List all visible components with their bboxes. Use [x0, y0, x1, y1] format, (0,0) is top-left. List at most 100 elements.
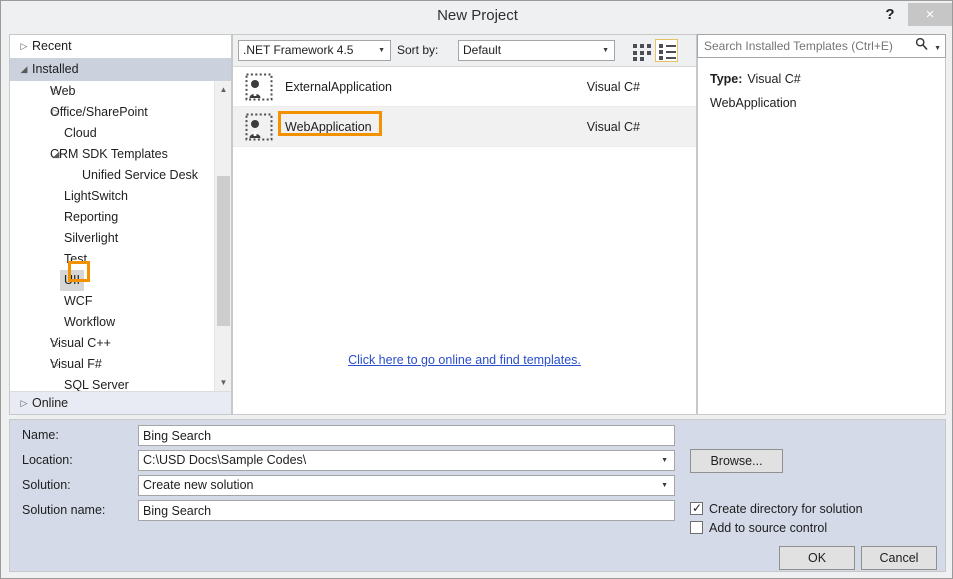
sidebar-group-installed[interactable]: Installed: [10, 58, 231, 81]
template-categories-tree: Recent Installed Web Office/SharePoint Clo…: [9, 34, 232, 415]
scroll-down-arrow-icon[interactable]: ▼: [215, 374, 232, 391]
sidebar-item-label: Silverlight: [64, 231, 119, 245]
sidebar-item-unified-service-desk[interactable]: Unified Service Desk: [10, 165, 231, 186]
grid-square-icon: [633, 57, 637, 61]
list-bullet-icon: [659, 50, 663, 54]
chevron-down-icon[interactable]: ▼: [934, 45, 941, 52]
template-description: WebApplication: [710, 96, 797, 110]
medium-icons-view-button[interactable]: [629, 39, 652, 62]
sidebar-item-test[interactable]: Test: [10, 249, 231, 270]
template-language: Visual C#: [586, 120, 640, 134]
template-type-value: Visual C#: [747, 72, 801, 86]
scrollbar-thumb[interactable]: [217, 176, 230, 326]
sidebar-item-label: Office/SharePoint: [50, 105, 148, 119]
sort-by-dropdown[interactable]: Default ▼: [458, 40, 615, 61]
sidebar-item-web[interactable]: Web: [10, 81, 231, 102]
template-list-item[interactable]: ExternalApplication Visual C#: [233, 67, 696, 107]
ok-button[interactable]: OK: [779, 546, 855, 570]
page-title: New Project: [437, 7, 518, 24]
close-button[interactable]: ×: [908, 3, 952, 26]
template-list-item[interactable]: WebApplication Visual C#: [233, 107, 696, 147]
sidebar-item-label: CRM SDK Templates: [50, 147, 168, 161]
list-line-icon: [666, 51, 676, 53]
online-templates-link[interactable]: Click here to go online and find templat…: [348, 353, 581, 367]
grid-square-icon: [640, 44, 644, 48]
grid-square-icon: [647, 51, 651, 55]
chevron-right-icon[interactable]: [50, 333, 62, 354]
chevron-right-icon[interactable]: [18, 392, 30, 415]
cancel-button[interactable]: Cancel: [861, 546, 937, 570]
sidebar-item-workflow[interactable]: Workflow: [10, 312, 231, 333]
sidebar-item-lightswitch[interactable]: LightSwitch: [10, 186, 231, 207]
search-box[interactable]: ▼: [697, 34, 946, 58]
framework-version-value: .NET Framework 4.5: [243, 43, 354, 57]
create-directory-checkbox[interactable]: [690, 499, 703, 517]
sidebar-item-silverlight[interactable]: Silverlight: [10, 228, 231, 249]
add-source-control-checkbox[interactable]: [690, 521, 703, 534]
template-info-panel: ▼ Type: Visual C# WebApplication: [697, 34, 946, 415]
sidebar-item-visual-f[interactable]: Visual F#: [10, 354, 231, 375]
search-icon[interactable]: ▼: [915, 35, 941, 57]
sidebar-group-recent[interactable]: Recent: [10, 35, 231, 58]
sidebar-group-online[interactable]: Online: [10, 391, 231, 414]
grid-square-icon: [633, 51, 637, 55]
sidebar-item-wcf[interactable]: WCF: [10, 291, 231, 312]
sidebar-item-office-sharepoint[interactable]: Office/SharePoint: [10, 102, 231, 123]
name-label: Name:: [22, 428, 59, 442]
chevron-down-icon[interactable]: [18, 58, 30, 81]
sidebar-item-visual-c[interactable]: Visual C++: [10, 333, 231, 354]
sidebar-item-label: Test: [64, 252, 87, 266]
browse-button[interactable]: Browse...: [690, 449, 783, 473]
chevron-right-icon[interactable]: [18, 35, 30, 58]
template-info-body: Type: Visual C# WebApplication: [697, 58, 946, 415]
template-name: WebApplication: [285, 120, 372, 134]
solution-label: Solution:: [22, 478, 71, 492]
tree-scroll-area: Web Office/SharePoint Cloud CRM SDK Templat…: [10, 81, 231, 391]
framework-version-dropdown[interactable]: .NET Framework 4.5 ▼: [238, 40, 391, 61]
help-button[interactable]: ?: [874, 1, 906, 28]
sidebar-item-label: Workflow: [64, 315, 116, 329]
sort-by-value: Default: [463, 43, 502, 57]
magnifier-glyph: [915, 37, 928, 51]
sidebar-item-crm-sdk-templates[interactable]: CRM SDK Templates: [10, 144, 231, 165]
project-settings-form: Name: Location: C:\USD Docs\Sample Codes…: [9, 419, 946, 572]
sidebar-item-label: WCF: [64, 294, 93, 308]
template-type-row: Type: Visual C#: [710, 72, 801, 86]
template-list: ExternalApplication Visual C# WebApplicati…: [233, 67, 696, 381]
template-type-label: Type:: [710, 72, 743, 86]
create-directory-checkbox-row[interactable]: Create directory for solution: [690, 499, 863, 518]
new-project-dialog: New Project ? × Recent Installed Web Offi…: [0, 0, 953, 579]
solution-name-input[interactable]: [138, 500, 675, 521]
list-bullet-icon: [659, 44, 663, 48]
template-name: ExternalApplication: [285, 80, 393, 94]
chevron-down-icon: ▼: [378, 47, 385, 54]
sidebar-item-reporting[interactable]: Reporting: [10, 207, 231, 228]
chevron-right-icon[interactable]: [50, 354, 62, 375]
sidebar-group-installed-label: Installed: [32, 62, 79, 76]
location-dropdown[interactable]: C:\USD Docs\Sample Codes\ ▼: [138, 450, 675, 471]
chevron-right-icon[interactable]: [50, 102, 62, 123]
chevron-right-icon[interactable]: [50, 81, 62, 102]
title-bar: New Project ? ×: [1, 1, 952, 30]
list-view-button[interactable]: [655, 39, 678, 62]
templates-toolbar: .NET Framework 4.5 ▼ Sort by: Default ▼: [233, 35, 696, 67]
name-input[interactable]: [138, 425, 675, 446]
sidebar-item-label: UII: [60, 270, 84, 291]
scroll-up-arrow-icon[interactable]: ▲: [215, 81, 232, 98]
location-value: C:\USD Docs\Sample Codes\: [143, 453, 307, 467]
add-source-control-checkbox-row[interactable]: Add to source control: [690, 519, 827, 537]
templates-panel: .NET Framework 4.5 ▼ Sort by: Default ▼: [232, 34, 697, 415]
sidebar-item-cloud[interactable]: Cloud: [10, 123, 231, 144]
solution-dropdown[interactable]: Create new solution ▼: [138, 475, 675, 496]
sidebar-item-sql-server[interactable]: SQL Server: [10, 375, 231, 391]
tree-scrollbar[interactable]: ▲ ▼: [214, 81, 231, 391]
search-input[interactable]: [702, 35, 902, 57]
create-directory-label: Create directory for solution: [709, 502, 863, 516]
chevron-down-icon[interactable]: [50, 144, 62, 165]
sidebar-item-uii[interactable]: UII: [10, 270, 231, 291]
uii-application-icon: [245, 73, 273, 101]
location-label: Location:: [22, 453, 73, 467]
uii-application-icon: [245, 113, 273, 141]
solution-name-label: Solution name:: [22, 503, 106, 517]
sidebar-item-label: Cloud: [64, 126, 97, 140]
